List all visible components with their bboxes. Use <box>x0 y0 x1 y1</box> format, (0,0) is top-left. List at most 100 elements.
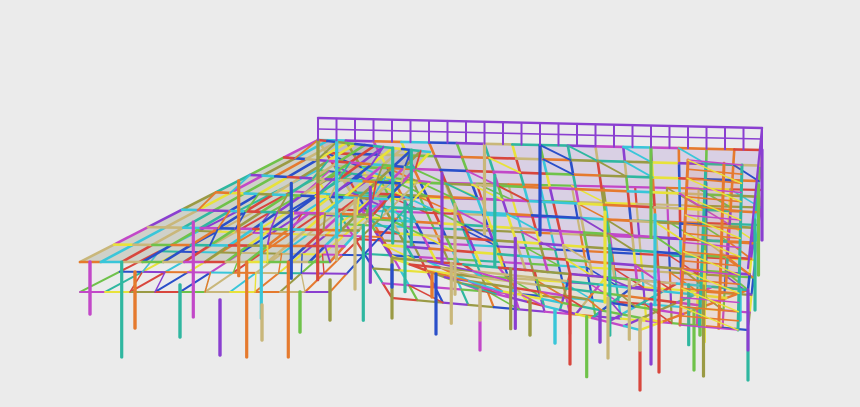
main-level2-beam <box>538 183 573 187</box>
main-roof-girder <box>651 176 656 194</box>
main-roof-beam <box>630 234 658 239</box>
west-roof-beam <box>343 196 360 200</box>
west-roof-beam <box>349 179 365 183</box>
main-roof-beam <box>465 169 495 174</box>
west-level2-beam <box>348 215 367 219</box>
main-level2-beam <box>441 301 470 306</box>
main-roof-beam <box>519 254 546 260</box>
main-level2-beam <box>602 185 637 189</box>
main-roof-beam <box>455 141 486 146</box>
main-roof-beam <box>510 143 542 147</box>
main-roof-beam <box>548 186 578 191</box>
west-level2-beam <box>379 216 398 220</box>
west-roof-beam <box>370 163 385 167</box>
main-roof-beam <box>623 160 654 164</box>
model-viewport[interactable] <box>0 0 860 407</box>
main-roof-girder <box>629 219 634 237</box>
main-roof-beam <box>624 175 655 179</box>
main-roof-beam <box>492 170 522 174</box>
main-roof-beam <box>399 140 431 144</box>
main-roof-beam <box>412 167 442 172</box>
main-roof-beam <box>487 156 518 160</box>
main-roof-beam <box>602 203 631 208</box>
west-roof-beam <box>392 164 407 169</box>
main-level2-beam <box>491 229 524 234</box>
main-roof-beam <box>569 158 599 163</box>
west-roof-beam <box>273 175 290 179</box>
main-roof-beam <box>541 158 572 162</box>
main-roof-girder <box>731 148 736 167</box>
main-roof-beam <box>372 140 403 144</box>
main-level2-beam <box>496 245 528 250</box>
main-level2-beam <box>517 308 546 313</box>
main-roof-girder <box>621 145 627 163</box>
west-level2-girder <box>329 272 348 293</box>
main-level2-girder <box>669 305 673 325</box>
west-roof-beam <box>359 162 374 166</box>
stair-tower <box>678 158 744 332</box>
main-level2-beam <box>550 232 582 236</box>
main-roof-beam <box>732 148 764 152</box>
west-roof-beam <box>244 210 263 214</box>
west-roof-beam <box>285 193 303 197</box>
main-level2-beam <box>372 267 402 272</box>
main-roof-beam <box>558 229 586 234</box>
west-roof-beam <box>362 180 378 184</box>
main-level2-girder <box>748 293 753 314</box>
main-roof-beam <box>580 216 608 221</box>
main-roof-beam <box>518 171 549 175</box>
west-roof-beam <box>271 193 289 197</box>
main-roof-beam <box>352 152 382 156</box>
west-roof-beam <box>261 174 277 178</box>
main-roof-beam <box>677 146 708 151</box>
west-level2-beam <box>417 179 431 183</box>
west-roof-beam <box>257 192 275 196</box>
main-roof-beam <box>496 184 526 189</box>
west-roof-beam <box>286 175 302 179</box>
west-level2-girder <box>79 270 121 293</box>
main-roof-beam <box>656 265 683 271</box>
main-level2-beam <box>432 227 465 231</box>
west-level2-girder <box>304 272 325 293</box>
main-roof-girder <box>746 273 751 292</box>
main-roof-beam <box>555 215 583 220</box>
main-roof-girder <box>632 249 637 267</box>
main-roof-beam <box>621 145 653 149</box>
west-roof-beam <box>353 142 367 147</box>
main-roof-girder <box>656 265 661 284</box>
main-level2-beam <box>390 296 419 302</box>
west-level2-brace <box>300 253 303 274</box>
main-roof-beam <box>598 174 628 178</box>
main-roof-beam <box>530 214 559 218</box>
main-roof-beam <box>545 172 575 176</box>
main-roof-beam <box>654 235 682 240</box>
main-roof-beam <box>654 220 682 225</box>
west-level2-girder <box>254 272 280 293</box>
main-roof-beam <box>515 240 542 245</box>
main-level2-beam <box>382 239 414 244</box>
west-roof-beam <box>248 173 264 177</box>
main-roof-beam <box>483 142 514 146</box>
main-level2-girder <box>460 288 470 306</box>
main-roof-beam <box>705 147 736 151</box>
main-roof-beam <box>577 202 606 207</box>
main-roof-beam <box>538 143 570 147</box>
west-level2-brace <box>254 272 257 293</box>
steel-structure-model[interactable] <box>0 0 860 407</box>
main-level2-girder <box>668 254 672 274</box>
main-level2-beam <box>363 252 394 257</box>
west-roof-beam <box>300 194 318 198</box>
west-roof-beam <box>196 208 216 212</box>
main-level2-girder <box>665 186 669 206</box>
main-roof-beam <box>604 218 633 223</box>
main-roof-beam <box>594 145 625 149</box>
main-roof-beam <box>650 161 681 165</box>
main-level2-beam <box>434 286 463 291</box>
main-roof-beam <box>551 201 580 205</box>
west-roof-beam <box>299 176 315 180</box>
west-roof-beam <box>363 143 376 148</box>
west-level2-beam <box>406 178 420 182</box>
main-roof-beam <box>522 185 552 190</box>
main-roof-beam <box>651 176 681 180</box>
main-roof-girder <box>623 160 628 178</box>
